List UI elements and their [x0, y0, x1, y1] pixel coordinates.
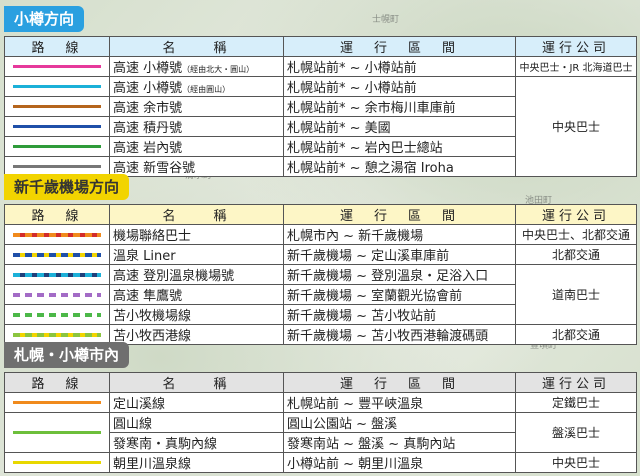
route-line-swatch — [13, 165, 101, 168]
table-row: 圓山線 圓山公園站 ~ 盤溪 盤溪巴士 — [4, 412, 637, 453]
route-line-swatch — [13, 332, 101, 337]
route-operator: 道南巴士 — [515, 264, 637, 325]
section-otaru: 小樽方向 路 線 名 稱 運 行 區 間 運行公司 高速 小樽號（經由北大・圓山… — [4, 6, 637, 177]
route-line-swatch — [13, 85, 101, 88]
header-section: 運 行 區 間 — [283, 204, 516, 225]
table-header-row: 路 線 名 稱 運 行 區 間 運行公司 — [4, 372, 637, 393]
table-row: 機場聯絡巴士 札幌市內 ~ 新千歲機場 中央巴士、北都交通 — [4, 224, 637, 245]
header-name: 名 稱 — [109, 372, 284, 393]
route-name: 機場聯絡巴士 — [109, 224, 284, 245]
route-section: 圓山公園站 ~ 盤溪 — [283, 412, 516, 433]
route-line-swatch — [13, 145, 101, 148]
section-title: 札幌・小樽市內 — [4, 342, 130, 368]
route-name: 高速 余市號 — [109, 96, 284, 117]
route-section: 札幌站前* ~ 岩內巴士總站 — [283, 136, 516, 157]
route-line-swatch — [13, 292, 101, 297]
header-route: 路 線 — [4, 372, 110, 393]
route-name-note: （經由北大・圓山） — [182, 65, 255, 74]
section-title: 小樽方向 — [4, 6, 85, 32]
section-airport: 新千歲機場方向 路 線 名 稱 運 行 區 間 運行公司 機場聯絡巴士 札幌市內… — [4, 174, 637, 345]
route-section: 札幌市內 ~ 新千歲機場 — [283, 224, 516, 245]
route-section: 小樽站前 ~ 朝里川溫泉 — [283, 452, 516, 473]
route-name: 苫小牧機場線 — [109, 304, 284, 325]
route-name: 發寒南・真駒內線 — [109, 432, 284, 453]
route-name: 高速 積丹號 — [109, 116, 284, 137]
route-name: 高速 小樽號 — [113, 81, 183, 96]
route-table: 路 線 名 稱 運 行 區 間 運行公司 定山溪線 札幌站前 ~ 豐平峽溫泉 定… — [4, 372, 637, 473]
header-section: 運 行 區 間 — [283, 372, 516, 393]
header-route: 路 線 — [4, 204, 110, 225]
route-table: 路 線 名 稱 運 行 區 間 運行公司 機場聯絡巴士 札幌市內 ~ 新千歲機場… — [4, 204, 637, 345]
route-line-swatch — [13, 401, 101, 404]
route-section: 札幌站前 ~ 豐平峽溫泉 — [283, 392, 516, 413]
table-row: 朝里川溫泉線 小樽站前 ~ 朝里川溫泉 中央巴士 — [4, 452, 637, 473]
route-name: 溫泉 Liner — [109, 244, 284, 265]
route-section: 新千歲機場 ~ 定山溪車庫前 — [283, 244, 516, 265]
route-section: 札幌站前* ~ 美國 — [283, 116, 516, 137]
header-operator: 運行公司 — [515, 204, 637, 225]
header-operator: 運行公司 — [515, 372, 637, 393]
route-operator: 中央巴士 — [515, 452, 637, 473]
route-name: 高速 岩內號 — [109, 136, 284, 157]
route-name-note: （經由圓山） — [182, 85, 231, 94]
table-header-row: 路 線 名 稱 運 行 區 間 運行公司 — [4, 36, 637, 57]
route-operator: 北都交通 — [515, 244, 637, 265]
route-name: 圓山線 — [109, 412, 284, 433]
route-name: 朝里川溫泉線 — [109, 452, 284, 473]
header-route: 路 線 — [4, 36, 110, 57]
route-name: 高速 登別溫泉機場號 — [109, 264, 284, 285]
route-section: 新千歲機場 ~ 室蘭觀光協會前 — [283, 284, 516, 305]
route-section: 新千歲機場 ~ 苫小牧站前 — [283, 304, 516, 325]
header-section: 運 行 區 間 — [283, 36, 516, 57]
section-title: 新千歲機場方向 — [4, 174, 130, 200]
route-line-swatch — [13, 312, 101, 317]
table-row: 高速 小樽號（經由北大・圓山） 札幌站前* ~ 小樽站前 中央巴士・JR 北海道… — [4, 56, 637, 77]
route-operator: 中央巴士 — [515, 76, 637, 177]
table-row: 溫泉 Liner 新千歲機場 ~ 定山溪車庫前 北都交通 — [4, 244, 637, 265]
route-section: 札幌站前* ~ 余市梅川車庫前 — [283, 96, 516, 117]
table-row: 高速 登別溫泉機場號 新千歲機場 ~ 登別溫泉・足浴入口 道南巴士 — [4, 264, 637, 325]
route-table: 路 線 名 稱 運 行 區 間 運行公司 高速 小樽號（經由北大・圓山） 札幌站… — [4, 36, 637, 177]
table-row: 高速 小樽號（經由圓山） 札幌站前* ~ 小樽站前 中央巴士 — [4, 76, 637, 177]
header-name: 名 稱 — [109, 204, 284, 225]
route-line-swatch — [13, 65, 101, 68]
header-name: 名 稱 — [109, 36, 284, 57]
section-city: 札幌・小樽市內 路 線 名 稱 運 行 區 間 運行公司 定山溪線 札幌站前 ~… — [4, 342, 637, 473]
route-line-swatch — [13, 252, 101, 257]
route-operator: 定鐵巴士 — [515, 392, 637, 413]
route-section: 發寒南站 ~ 盤溪 ~ 真駒內站 — [283, 432, 516, 453]
table-row: 定山溪線 札幌站前 ~ 豐平峽溫泉 定鐵巴士 — [4, 392, 637, 413]
route-section: 札幌站前* ~ 小樽站前 — [283, 56, 516, 77]
route-section: 札幌站前* ~ 小樽站前 — [283, 76, 516, 97]
route-name: 高速 小樽號 — [113, 61, 183, 76]
route-section: 新千歲機場 ~ 登別溫泉・足浴入口 — [283, 264, 516, 285]
route-line-swatch — [13, 431, 101, 434]
route-line-swatch — [13, 272, 101, 277]
route-line-swatch — [13, 461, 101, 464]
route-operator: 盤溪巴士 — [515, 412, 637, 453]
route-name: 定山溪線 — [109, 392, 284, 413]
route-line-swatch — [13, 125, 101, 128]
route-line-swatch — [13, 232, 101, 237]
route-operator: 中央巴士・JR 北海道巴士 — [515, 56, 637, 77]
route-line-swatch — [13, 105, 101, 108]
table-header-row: 路 線 名 稱 運 行 區 間 運行公司 — [4, 204, 637, 225]
header-operator: 運行公司 — [515, 36, 637, 57]
route-operator: 中央巴士、北都交通 — [515, 224, 637, 245]
route-name: 高速 隼鷹號 — [109, 284, 284, 305]
